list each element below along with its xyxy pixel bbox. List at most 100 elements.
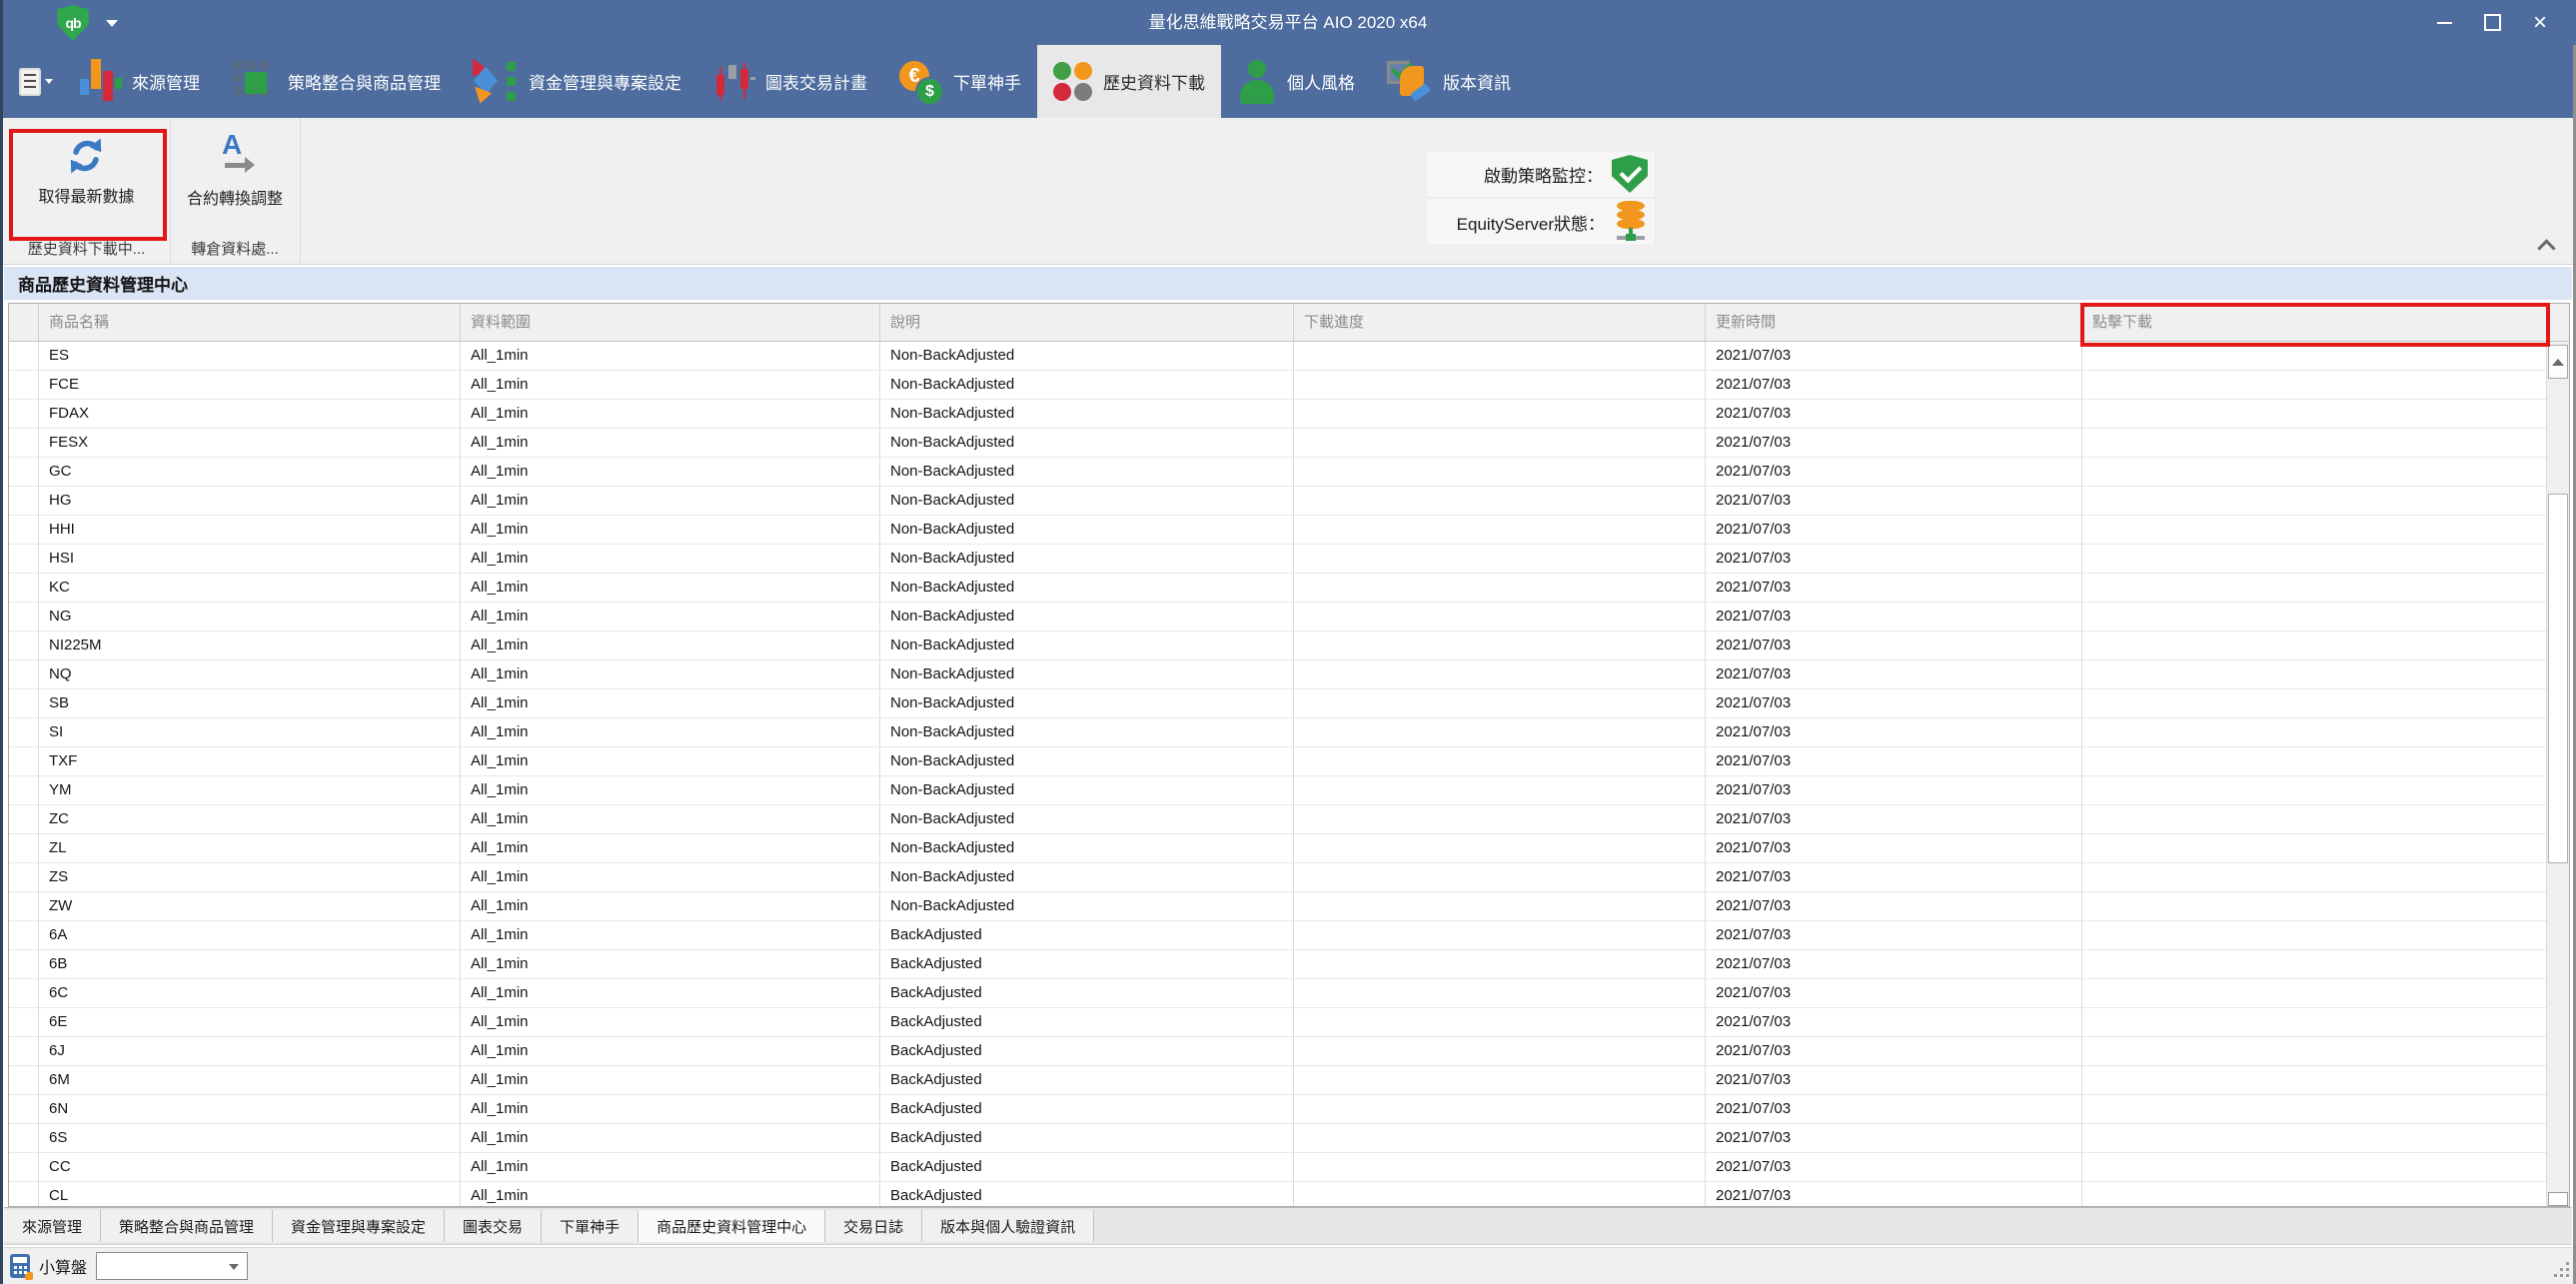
table-row[interactable]: YM All_1min Non-BackAdjusted 2021/07/03	[9, 776, 2547, 805]
tab-source-management[interactable]: 來源管理	[62, 45, 216, 118]
bottom-tab-fund-project[interactable]: 資金管理與專案設定	[273, 1210, 445, 1242]
row-selector-cell[interactable]	[9, 545, 39, 574]
row-selector-cell[interactable]	[9, 574, 39, 603]
bottom-tab-strategy-product[interactable]: 策略整合與商品管理	[101, 1210, 273, 1242]
cell-click-download[interactable]	[2082, 545, 2547, 574]
row-selector-cell[interactable]	[9, 1037, 39, 1066]
cell-click-download[interactable]	[2082, 603, 2547, 632]
table-row[interactable]: 6M All_1min BackAdjusted 2021/07/03	[9, 1066, 2547, 1095]
table-row[interactable]: ES All_1min Non-BackAdjusted 2021/07/03	[9, 342, 2547, 371]
row-selector-cell[interactable]	[9, 429, 39, 458]
tab-version-info[interactable]: 版本資訊	[1371, 45, 1527, 118]
cell-click-download[interactable]	[2082, 979, 2547, 1008]
tab-historical-data-download[interactable]: 歷史資料下載	[1037, 45, 1221, 118]
table-row[interactable]: 6E All_1min BackAdjusted 2021/07/03	[9, 1008, 2547, 1037]
vertical-scrollbar[interactable]	[2546, 342, 2569, 1206]
table-row[interactable]: HG All_1min Non-BackAdjusted 2021/07/03	[9, 487, 2547, 516]
row-selector-cell[interactable]	[9, 632, 39, 660]
cell-click-download[interactable]	[2082, 487, 2547, 516]
row-selector-cell[interactable]	[9, 516, 39, 545]
table-row[interactable]: FCE All_1min Non-BackAdjusted 2021/07/03	[9, 371, 2547, 400]
cell-click-download[interactable]	[2082, 776, 2547, 805]
cell-click-download[interactable]	[2082, 632, 2547, 660]
row-selector-cell[interactable]	[9, 979, 39, 1008]
row-selector-cell[interactable]	[9, 950, 39, 979]
table-row[interactable]: NQ All_1min Non-BackAdjusted 2021/07/03	[9, 660, 2547, 689]
row-selector-cell[interactable]	[9, 863, 39, 892]
table-row[interactable]: ZC All_1min Non-BackAdjusted 2021/07/03	[9, 805, 2547, 834]
bottom-tab-history-data-center[interactable]: 商品歷史資料管理中心	[639, 1210, 825, 1242]
row-selector-cell[interactable]	[9, 718, 39, 747]
table-row[interactable]: FESX All_1min Non-BackAdjusted 2021/07/0…	[9, 429, 2547, 458]
tab-chart-trading-plan[interactable]: 圖表交易計畫	[697, 45, 883, 118]
table-row[interactable]: SI All_1min Non-BackAdjusted 2021/07/03	[9, 718, 2547, 747]
cell-click-download[interactable]	[2082, 950, 2547, 979]
quick-access-chevron-down-icon[interactable]	[106, 20, 118, 27]
cell-click-download[interactable]	[2082, 1037, 2547, 1066]
cell-click-download[interactable]	[2082, 747, 2547, 776]
header-product-name[interactable]: 商品名稱	[39, 304, 461, 341]
row-selector-cell[interactable]	[9, 1182, 39, 1206]
table-row[interactable]: NG All_1min Non-BackAdjusted 2021/07/03	[9, 603, 2547, 632]
cell-click-download[interactable]	[2082, 892, 2547, 921]
table-row[interactable]: TXF All_1min Non-BackAdjusted 2021/07/03	[9, 747, 2547, 776]
tab-personal-style[interactable]: 個人風格	[1221, 45, 1371, 118]
cell-click-download[interactable]	[2082, 1008, 2547, 1037]
row-selector-cell[interactable]	[9, 400, 39, 429]
table-row[interactable]: 6N All_1min BackAdjusted 2021/07/03	[9, 1095, 2547, 1124]
row-selector-cell[interactable]	[9, 371, 39, 400]
header-data-range[interactable]: 資料範圍	[461, 304, 880, 341]
table-row[interactable]: 6C All_1min BackAdjusted 2021/07/03	[9, 979, 2547, 1008]
calculator-icon[interactable]	[10, 1254, 30, 1278]
header-update-time[interactable]: 更新時間	[1706, 304, 2082, 341]
bottom-tab-order-master[interactable]: 下單神手	[542, 1210, 639, 1242]
table-row[interactable]: 6J All_1min BackAdjusted 2021/07/03	[9, 1037, 2547, 1066]
table-row[interactable]: FDAX All_1min Non-BackAdjusted 2021/07/0…	[9, 400, 2547, 429]
cell-click-download[interactable]	[2082, 1066, 2547, 1095]
bottom-tab-source-management[interactable]: 來源管理	[4, 1210, 101, 1242]
cell-click-download[interactable]	[2082, 1124, 2547, 1153]
header-description[interactable]: 說明	[880, 304, 1294, 341]
cell-click-download[interactable]	[2082, 342, 2547, 371]
header-click-download[interactable]: 點擊下載	[2082, 304, 2569, 341]
cell-click-download[interactable]	[2082, 834, 2547, 863]
cell-click-download[interactable]	[2082, 805, 2547, 834]
table-row[interactable]: HHI All_1min Non-BackAdjusted 2021/07/03	[9, 516, 2547, 545]
fetch-latest-data-button[interactable]: 取得最新數據	[32, 128, 140, 215]
row-selector-cell[interactable]	[9, 1153, 39, 1182]
row-selector-cell[interactable]	[9, 660, 39, 689]
table-row[interactable]: CC All_1min BackAdjusted 2021/07/03	[9, 1153, 2547, 1182]
equity-server-status[interactable]: EquityServer狀態：	[1426, 198, 1656, 246]
row-selector-cell[interactable]	[9, 487, 39, 516]
row-selector-cell[interactable]	[9, 342, 39, 371]
row-selector-cell[interactable]	[9, 1124, 39, 1153]
app-logo-shield-icon[interactable]: qb	[56, 5, 90, 41]
table-row[interactable]: 6A All_1min BackAdjusted 2021/07/03	[9, 921, 2547, 950]
scrollbar-thumb[interactable]	[2548, 494, 2568, 863]
collapse-ribbon-chevron-up-icon[interactable]	[2538, 238, 2556, 252]
table-row[interactable]: SB All_1min Non-BackAdjusted 2021/07/03	[9, 689, 2547, 718]
cell-click-download[interactable]	[2082, 574, 2547, 603]
cell-click-download[interactable]	[2082, 371, 2547, 400]
cell-click-download[interactable]	[2082, 1182, 2547, 1206]
strategy-monitor-toggle[interactable]: 啟動策略監控：	[1426, 150, 1656, 198]
table-row[interactable]: NI225M All_1min Non-BackAdjusted 2021/07…	[9, 632, 2547, 660]
table-row[interactable]: 6S All_1min BackAdjusted 2021/07/03	[9, 1124, 2547, 1153]
table-row[interactable]: 6B All_1min BackAdjusted 2021/07/03	[9, 950, 2547, 979]
table-row[interactable]: CL All_1min BackAdjusted 2021/07/03	[9, 1182, 2547, 1206]
file-menu-button[interactable]	[10, 45, 62, 118]
header-download-progress[interactable]: 下載進度	[1294, 304, 1706, 341]
calculator-combo-box[interactable]	[96, 1252, 248, 1280]
table-row[interactable]: ZS All_1min Non-BackAdjusted 2021/07/03	[9, 863, 2547, 892]
cell-click-download[interactable]	[2082, 718, 2547, 747]
maximize-button[interactable]	[2468, 0, 2516, 45]
row-selector-cell[interactable]	[9, 1066, 39, 1095]
resize-grip[interactable]	[2554, 1262, 2572, 1280]
contract-conversion-button[interactable]: A 合約轉換調整	[181, 128, 289, 217]
row-selector-cell[interactable]	[9, 603, 39, 632]
cell-click-download[interactable]	[2082, 1153, 2547, 1182]
table-row[interactable]: ZL All_1min Non-BackAdjusted 2021/07/03	[9, 834, 2547, 863]
row-selector-cell[interactable]	[9, 892, 39, 921]
tab-order-master[interactable]: €$ 下單神手	[883, 45, 1037, 118]
cell-click-download[interactable]	[2082, 458, 2547, 487]
